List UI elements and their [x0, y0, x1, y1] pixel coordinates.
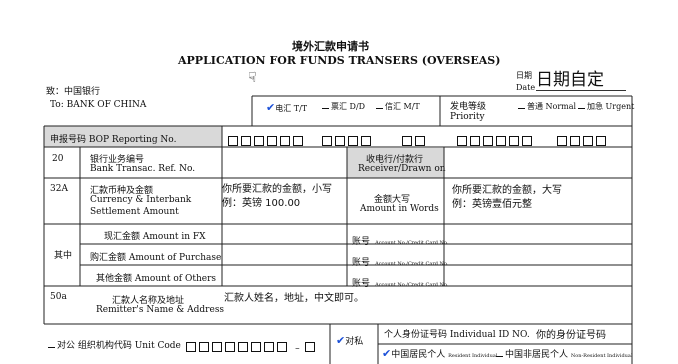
row32a-label-en1: Currency & Interbank	[90, 195, 192, 205]
amount-words-line1[interactable]: 你所要汇款的金额，大写	[452, 181, 562, 196]
row50a-label-en: Remitter's Name & Address	[96, 305, 225, 315]
account-purchase: 账号 Account No./Credit Card No.	[352, 250, 448, 269]
sub-group-label: 其中	[54, 251, 73, 261]
method-tt-label: 电汇 T/T	[275, 104, 308, 113]
checkbox-icon	[376, 101, 383, 109]
method-mt[interactable]: 信汇 M/T	[376, 101, 420, 112]
resident-label-en: Resident Individual	[448, 353, 498, 359]
priority-normal-label: 普通 Normal	[527, 102, 577, 111]
amount-figures-line1[interactable]: 你所要汇款的金额，小写	[222, 180, 332, 195]
amount-figures-line2[interactable]: 例：英镑 100.00	[222, 194, 300, 209]
date-label-cn: 日期	[516, 71, 532, 80]
date-field[interactable]: 日期自定	[536, 70, 626, 91]
unit-code-boxes[interactable]: –	[186, 336, 318, 355]
account-label-en: Account No./Credit Card No.	[375, 282, 449, 288]
nonresident-label: 中国非居民个人	[505, 350, 569, 360]
private-label: 对私	[345, 337, 364, 347]
account-label-cn: 账号	[352, 279, 371, 289]
receiver-label-en: Receiver/Drawn on	[358, 164, 446, 174]
priority-en: Priority	[450, 112, 485, 122]
checkbox-icon	[48, 340, 55, 348]
checkbox-icon	[578, 101, 585, 109]
row50a-code: 50a	[50, 292, 67, 302]
private-option[interactable]: ✔对私	[336, 334, 363, 347]
check-mark-icon: ✔	[336, 334, 346, 347]
checkbox-icon	[518, 101, 525, 109]
account-fx: 账号 Account No./Credit Card No.	[352, 229, 448, 248]
checkbox-icon	[496, 349, 503, 357]
remitter-name-address[interactable]: 汇款人姓名，地址，中文即可。	[224, 289, 364, 304]
priority-cn: 发电等级	[450, 102, 487, 112]
check-mark-icon: ✔	[266, 101, 276, 114]
hand-cursor-icon: ☟	[248, 70, 257, 86]
priority-urgent[interactable]: 加急 Urgent	[578, 101, 634, 112]
amount-words-line2[interactable]: 例：英镑壹佰元整	[452, 195, 532, 210]
to-bank-en: To: BANK OF CHINA	[50, 100, 147, 110]
nonresident-label-en: Non-Resident Individual	[570, 353, 633, 359]
method-dd-label: 票汇 D/D	[331, 102, 366, 111]
bop-label: 申报号码 BOP Reporting No.	[50, 135, 177, 145]
corporate-label: 对公 组织机构代码 Unit Code	[57, 341, 181, 351]
bop-number-boxes[interactable]	[228, 130, 609, 149]
priority-normal[interactable]: 普通 Normal	[518, 101, 576, 112]
resident-option[interactable]: ✔中国居民个人 Resident Individual	[382, 347, 497, 360]
date-label-en: Date	[516, 83, 536, 92]
resident-label: 中国居民个人	[391, 350, 446, 360]
amount-words-label-en: Amount in Words	[360, 204, 439, 214]
title-en: APPLICATION FOR FUNDS TRANSERS (OVERSEAS…	[178, 54, 501, 67]
method-dd[interactable]: 票汇 D/D	[322, 101, 365, 112]
account-others: 账号 Account No./Credit Card No.	[352, 271, 448, 290]
sub-purchase-label: 购汇金额 Amount of Purchase	[90, 253, 222, 263]
corporate-option[interactable]: 对公 组织机构代码 Unit Code	[48, 338, 181, 351]
account-label-cn: 账号	[352, 237, 371, 247]
account-label-cn: 账号	[352, 258, 371, 268]
sub-fx-label: 现汇金额 Amount in FX	[104, 232, 206, 242]
checkbox-icon	[322, 101, 329, 109]
row20-code: 20	[52, 154, 64, 164]
title-cn: 境外汇款申请书	[292, 40, 369, 53]
id-number-field[interactable]: 你的身份证号码	[536, 326, 606, 341]
check-mark-icon: ✔	[382, 347, 392, 360]
row32a-code: 32A	[50, 184, 68, 194]
sub-others-label: 其他金额 Amount of Others	[96, 274, 217, 284]
priority-urgent-label: 加急 Urgent	[587, 102, 635, 111]
account-label-en: Account No./Credit Card No.	[375, 240, 449, 246]
id-label: 个人身份证号码 Individual ID NO.	[384, 330, 530, 340]
nonresident-option[interactable]: 中国非居民个人 Non-Resident Individual	[496, 347, 632, 360]
row20-label-en: Bank Transac. Ref. No.	[90, 164, 196, 174]
method-mt-label: 信汇 M/T	[385, 102, 420, 111]
row32a-label-en2: Settlement Amount	[90, 207, 179, 217]
method-tt[interactable]: ✔电汇 T/T	[266, 101, 307, 114]
account-label-en: Account No./Credit Card No.	[375, 261, 449, 267]
to-bank-cn: 致：中国银行	[46, 87, 101, 97]
